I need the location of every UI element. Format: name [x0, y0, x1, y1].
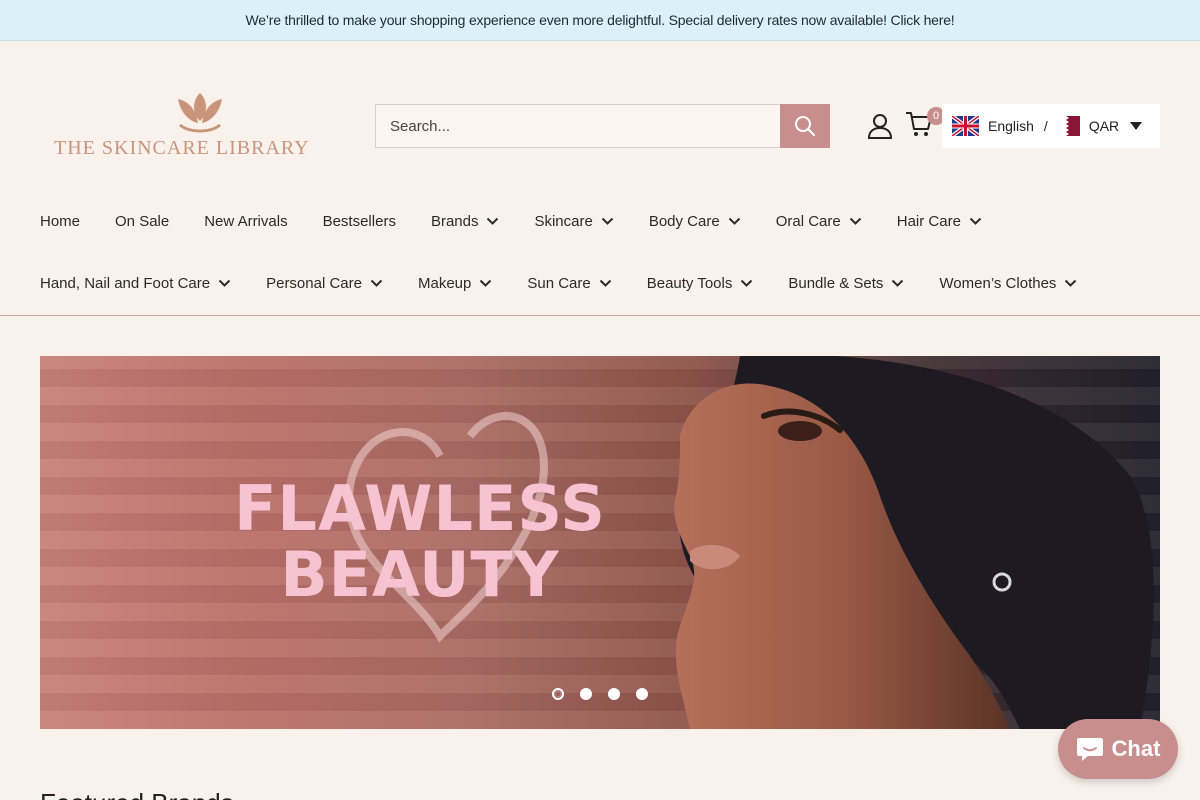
- slide-dot-3[interactable]: [608, 688, 620, 700]
- search-icon: [795, 116, 815, 136]
- store-logo[interactable]: THE SKINCARE LIBRARY: [54, 87, 324, 159]
- hero-heading-line1: FLAWLESS: [234, 472, 606, 545]
- nav-item-bundle-sets[interactable]: Bundle & Sets: [788, 275, 904, 292]
- site-header: THE SKINCARE LIBRARY 0: [0, 41, 1200, 191]
- logo-text: THE SKINCARE LIBRARY: [54, 137, 310, 159]
- cart-button[interactable]: 0: [904, 107, 945, 141]
- nav-item-label: Hand, Nail and Foot Care: [40, 274, 211, 292]
- chat-label: Chat: [1111, 736, 1161, 761]
- search-bar: [375, 104, 830, 148]
- announcement-text[interactable]: We’re thrilled to make your shopping exp…: [246, 12, 955, 28]
- nav-item-label: Oral Care: [775, 212, 841, 230]
- currency-label: QAR: [1088, 118, 1120, 134]
- nav-item-new-arrivals[interactable]: New Arrivals: [204, 213, 287, 230]
- nav-item-label: Bundle & Sets: [788, 274, 884, 292]
- chevron-down-icon: [599, 279, 611, 287]
- nav-item-beauty-tools[interactable]: Beauty Tools: [647, 275, 754, 292]
- nav-item-label: Home: [40, 212, 81, 230]
- nav-item-label: Body Care: [648, 212, 720, 230]
- nav-row-primary: Home On Sale New Arrivals Bestsellers Brands…: [40, 209, 1017, 233]
- search-button[interactable]: [780, 104, 830, 148]
- language-label: English: [988, 118, 1034, 134]
- nav-item-bestsellers[interactable]: Bestsellers: [323, 213, 396, 230]
- nav-item-sun-care[interactable]: Sun Care: [527, 275, 611, 292]
- nav-item-hand-nail-and-foot-care[interactable]: Hand, Nail and Foot Care: [40, 275, 231, 292]
- locale-separator: /: [1043, 118, 1048, 134]
- chevron-down-icon: [601, 217, 614, 225]
- chevron-down-icon: [370, 279, 383, 287]
- search-input[interactable]: [376, 105, 780, 147]
- nav-item-label: Bestsellers: [322, 212, 396, 230]
- nav-item-personal-care[interactable]: Personal Care: [266, 275, 383, 292]
- nav-item-label: Makeup: [417, 274, 472, 292]
- chevron-down-icon: [1065, 279, 1077, 287]
- nav-item-women-s-clothes[interactable]: Women’s Clothes: [939, 275, 1077, 292]
- nav-item-hair-care[interactable]: Hair Care: [897, 213, 982, 230]
- chevron-down-icon: [741, 279, 753, 287]
- nav-item-on-sale[interactable]: On Sale: [115, 213, 169, 230]
- nav-row-secondary: Hand, Nail and Foot Care Personal Care Mak…: [40, 271, 1112, 295]
- caret-down-icon: [1130, 122, 1142, 130]
- chevron-down-icon: [480, 279, 492, 287]
- nav-item-label: Beauty Tools: [646, 274, 733, 292]
- nav-item-body-care[interactable]: Body Care: [649, 213, 741, 230]
- nav-item-label: Skincare: [534, 212, 593, 230]
- slide-dot-4[interactable]: [636, 688, 648, 700]
- hero-slideshow[interactable]: FLAWLESS BEAUTY: [40, 356, 1160, 729]
- hero-heading: FLAWLESS BEAUTY: [200, 476, 640, 608]
- chevron-down-icon: [487, 217, 499, 225]
- nav-item-skincare[interactable]: Skincare: [534, 212, 614, 230]
- chat-bubble-icon: [1076, 738, 1103, 761]
- slide-dots: [552, 688, 664, 700]
- nav-item-label: Brands: [430, 212, 479, 230]
- chevron-down-icon: [969, 217, 982, 225]
- nav-item-brands[interactable]: Brands: [431, 213, 500, 230]
- nav-item-label: Sun Care: [527, 274, 591, 292]
- chat-button[interactable]: Chat: [1058, 719, 1178, 779]
- nav-item-label: Personal Care: [266, 274, 362, 292]
- hero-heading-line2: BEAUTY: [280, 538, 560, 611]
- nav-item-label: New Arrivals: [204, 212, 288, 230]
- chevron-down-icon: [892, 279, 904, 287]
- chevron-down-icon: [728, 217, 740, 225]
- main-navigation: Home On Sale New Arrivals Bestsellers Brands…: [0, 191, 1200, 316]
- nav-item-label: On Sale: [115, 212, 170, 230]
- nav-item-oral-care[interactable]: Oral Care: [776, 213, 862, 230]
- leaf-logo-icon: [178, 93, 222, 133]
- nav-item-label: Hair Care: [896, 212, 961, 230]
- nav-item-home[interactable]: Home: [40, 213, 80, 230]
- locale-selector[interactable]: English / QAR: [942, 104, 1160, 148]
- featured-brands-heading: Featured Brands: [40, 788, 234, 800]
- chevron-down-icon: [218, 279, 231, 287]
- nav-item-label: Women’s Clothes: [939, 274, 1057, 292]
- user-icon[interactable]: [866, 112, 894, 140]
- nav-item-makeup[interactable]: Makeup: [418, 275, 492, 292]
- slide-dot-2[interactable]: [580, 688, 592, 700]
- announcement-bar[interactable]: We’re thrilled to make your shopping exp…: [0, 0, 1200, 41]
- uk-flag-icon: [952, 116, 979, 136]
- chevron-down-icon: [849, 217, 861, 225]
- slide-dot-1[interactable]: [552, 688, 564, 700]
- qatar-flag-icon: [1059, 116, 1080, 136]
